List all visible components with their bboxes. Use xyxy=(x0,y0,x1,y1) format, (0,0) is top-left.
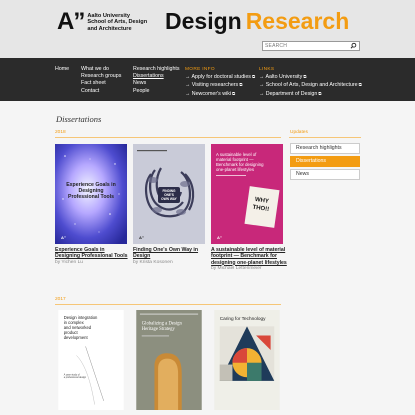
nav-link-apply[interactable]: → Apply for doctoral studies⧉ xyxy=(185,73,255,81)
nav-item-research-highlights[interactable]: Research highlights xyxy=(133,66,180,73)
sidebar-item-research-highlights[interactable]: Research highlights xyxy=(290,143,360,154)
book-cover[interactable]: Caring for Technology xyxy=(211,310,283,410)
nav-link-visiting[interactable]: → Visiting researchers⧉ xyxy=(185,81,255,89)
external-link-icon: ⧉ xyxy=(358,82,362,88)
svg-text:Professional Tools: Professional Tools xyxy=(68,194,114,200)
external-link-icon: ⧉ xyxy=(232,90,236,96)
book-author: by Yichen Lu xyxy=(55,260,84,265)
nav-link-label: → School of Arts, Design and Architectur… xyxy=(259,82,358,89)
nav-link-aalto[interactable]: → Aalto University⧉ xyxy=(259,73,362,81)
nav-link-department[interactable]: → Department of Design⧉ xyxy=(259,90,362,98)
svg-text:A”: A” xyxy=(61,235,66,240)
nav-col-more-info: MORE INFO → Apply for doctoral studies⧉ … xyxy=(185,66,255,98)
site-title[interactable]: Design Research xyxy=(165,7,349,35)
more-info-heading: MORE INFO xyxy=(185,67,215,72)
nav-link-label: → Visiting researchers xyxy=(185,82,239,89)
sidebar-divider xyxy=(289,137,361,138)
nav-item-news[interactable]: News xyxy=(133,80,180,87)
sidebar-item-dissertations[interactable]: Dissertations xyxy=(290,156,360,167)
external-link-icon: ⧉ xyxy=(303,74,307,80)
book-title-line: designing one-planet lifestyles xyxy=(211,259,287,266)
book-cover[interactable]: Experience Goals in Designing Profession… xyxy=(55,144,127,244)
nav-col-home: Home xyxy=(55,66,69,73)
book-author: by Michael Lettenmeier xyxy=(211,266,262,271)
search-box[interactable]: SEARCH xyxy=(262,41,360,51)
svg-text:Heritage Strategy: Heritage Strategy xyxy=(142,327,176,332)
book-title-line: Designing Professional Tools xyxy=(55,253,128,260)
main-content: Dissertations 2018 Experience Goals in D… xyxy=(0,101,415,415)
external-link-icon: ⧉ xyxy=(318,90,322,96)
year-label: 2017 xyxy=(55,297,66,302)
svg-text:development: development xyxy=(64,335,89,340)
sidebar-heading: Updates xyxy=(290,130,308,135)
main-nav: Home What we do Research groups Fact she… xyxy=(0,58,415,101)
nav-item-contact[interactable]: Contact xyxy=(81,88,121,95)
external-link-icon: ⧉ xyxy=(251,74,256,80)
book-author: by Krista Kosonen xyxy=(133,260,173,265)
nav-item-home[interactable]: Home xyxy=(55,66,69,73)
svg-text:a professional design: a professional design xyxy=(64,376,87,379)
nav-item-dissertations[interactable]: Dissertations xyxy=(133,73,180,80)
svg-text:one-planet lifestyles: one-planet lifestyles xyxy=(216,167,254,172)
year-divider xyxy=(55,137,281,138)
nav-link-label: → Department of Design xyxy=(259,90,318,97)
svg-text:Caring for Technology: Caring for Technology xyxy=(220,316,266,322)
site-title-research: Research xyxy=(245,8,350,34)
svg-text:A”: A” xyxy=(139,235,144,240)
search-input[interactable]: SEARCH xyxy=(265,42,287,51)
book-cover[interactable]: Design integration in complex and networ… xyxy=(55,310,127,410)
year-divider xyxy=(55,304,281,305)
svg-text:A”: A” xyxy=(217,235,222,240)
site-header: A” Aalto University School of Arts, Desi… xyxy=(0,0,415,58)
nav-link-label: → Apply for doctoral studies xyxy=(185,74,251,81)
book-title-link[interactable]: Experience Goals in Designing Profession… xyxy=(55,247,137,260)
nav-item-people[interactable]: People xyxy=(133,88,180,95)
nav-col-links: LINKS → Aalto University⧉ → School of Ar… xyxy=(259,66,362,98)
external-link-icon: ⧉ xyxy=(239,82,243,88)
site-title-design: Design xyxy=(165,8,242,34)
nav-link-label: → Aalto University xyxy=(259,74,303,81)
nav-item-what-we-do[interactable]: What we do xyxy=(81,66,121,73)
nav-link-arts[interactable]: → School of Arts, Design and Architectur… xyxy=(259,81,362,89)
nav-item-research-groups[interactable]: Research groups xyxy=(81,73,121,80)
nav-link-label: → Newcomer's wiki xyxy=(185,90,232,97)
book-cover[interactable]: Globalizing a Design Heritage Strategy xyxy=(133,310,205,410)
logo-line: School of Arts, Design xyxy=(87,19,148,26)
page-title: Dissertations xyxy=(56,114,102,124)
sidebar-item-news[interactable]: News xyxy=(290,169,360,180)
links-heading: LINKS xyxy=(259,67,275,72)
logo-mark: A” xyxy=(57,8,85,35)
nav-link-wiki[interactable]: → Newcomer's wiki⧉ xyxy=(185,90,255,98)
search-icon[interactable] xyxy=(349,42,358,50)
nav-col-research: Research highlights Dissertations News P… xyxy=(133,66,180,95)
book-cover[interactable]: FINDING ONE'S OWN WAY A” xyxy=(133,144,205,244)
book-title-line: Design xyxy=(133,253,151,260)
book-title-link[interactable]: A sustainable level of material footprin… xyxy=(211,247,293,266)
book-cover[interactable]: A sustainable level of material footprin… xyxy=(211,144,283,244)
nav-col-about: What we do Research groups Fact sheet Co… xyxy=(81,66,121,95)
book-title-link[interactable]: Finding One's Own Way in Design xyxy=(133,247,215,260)
year-label: 2018 xyxy=(55,130,66,135)
svg-text:Globalizing a Design: Globalizing a Design xyxy=(142,322,183,327)
svg-text:OWN WAY: OWN WAY xyxy=(161,197,178,201)
aalto-logo[interactable]: A” Aalto University School of Arts, Desi… xyxy=(57,8,147,35)
logo-text: Aalto University School of Arts, Design … xyxy=(87,13,147,32)
logo-line: and Architecture xyxy=(87,25,132,32)
nav-item-fact-sheet[interactable]: Fact sheet xyxy=(81,80,121,87)
